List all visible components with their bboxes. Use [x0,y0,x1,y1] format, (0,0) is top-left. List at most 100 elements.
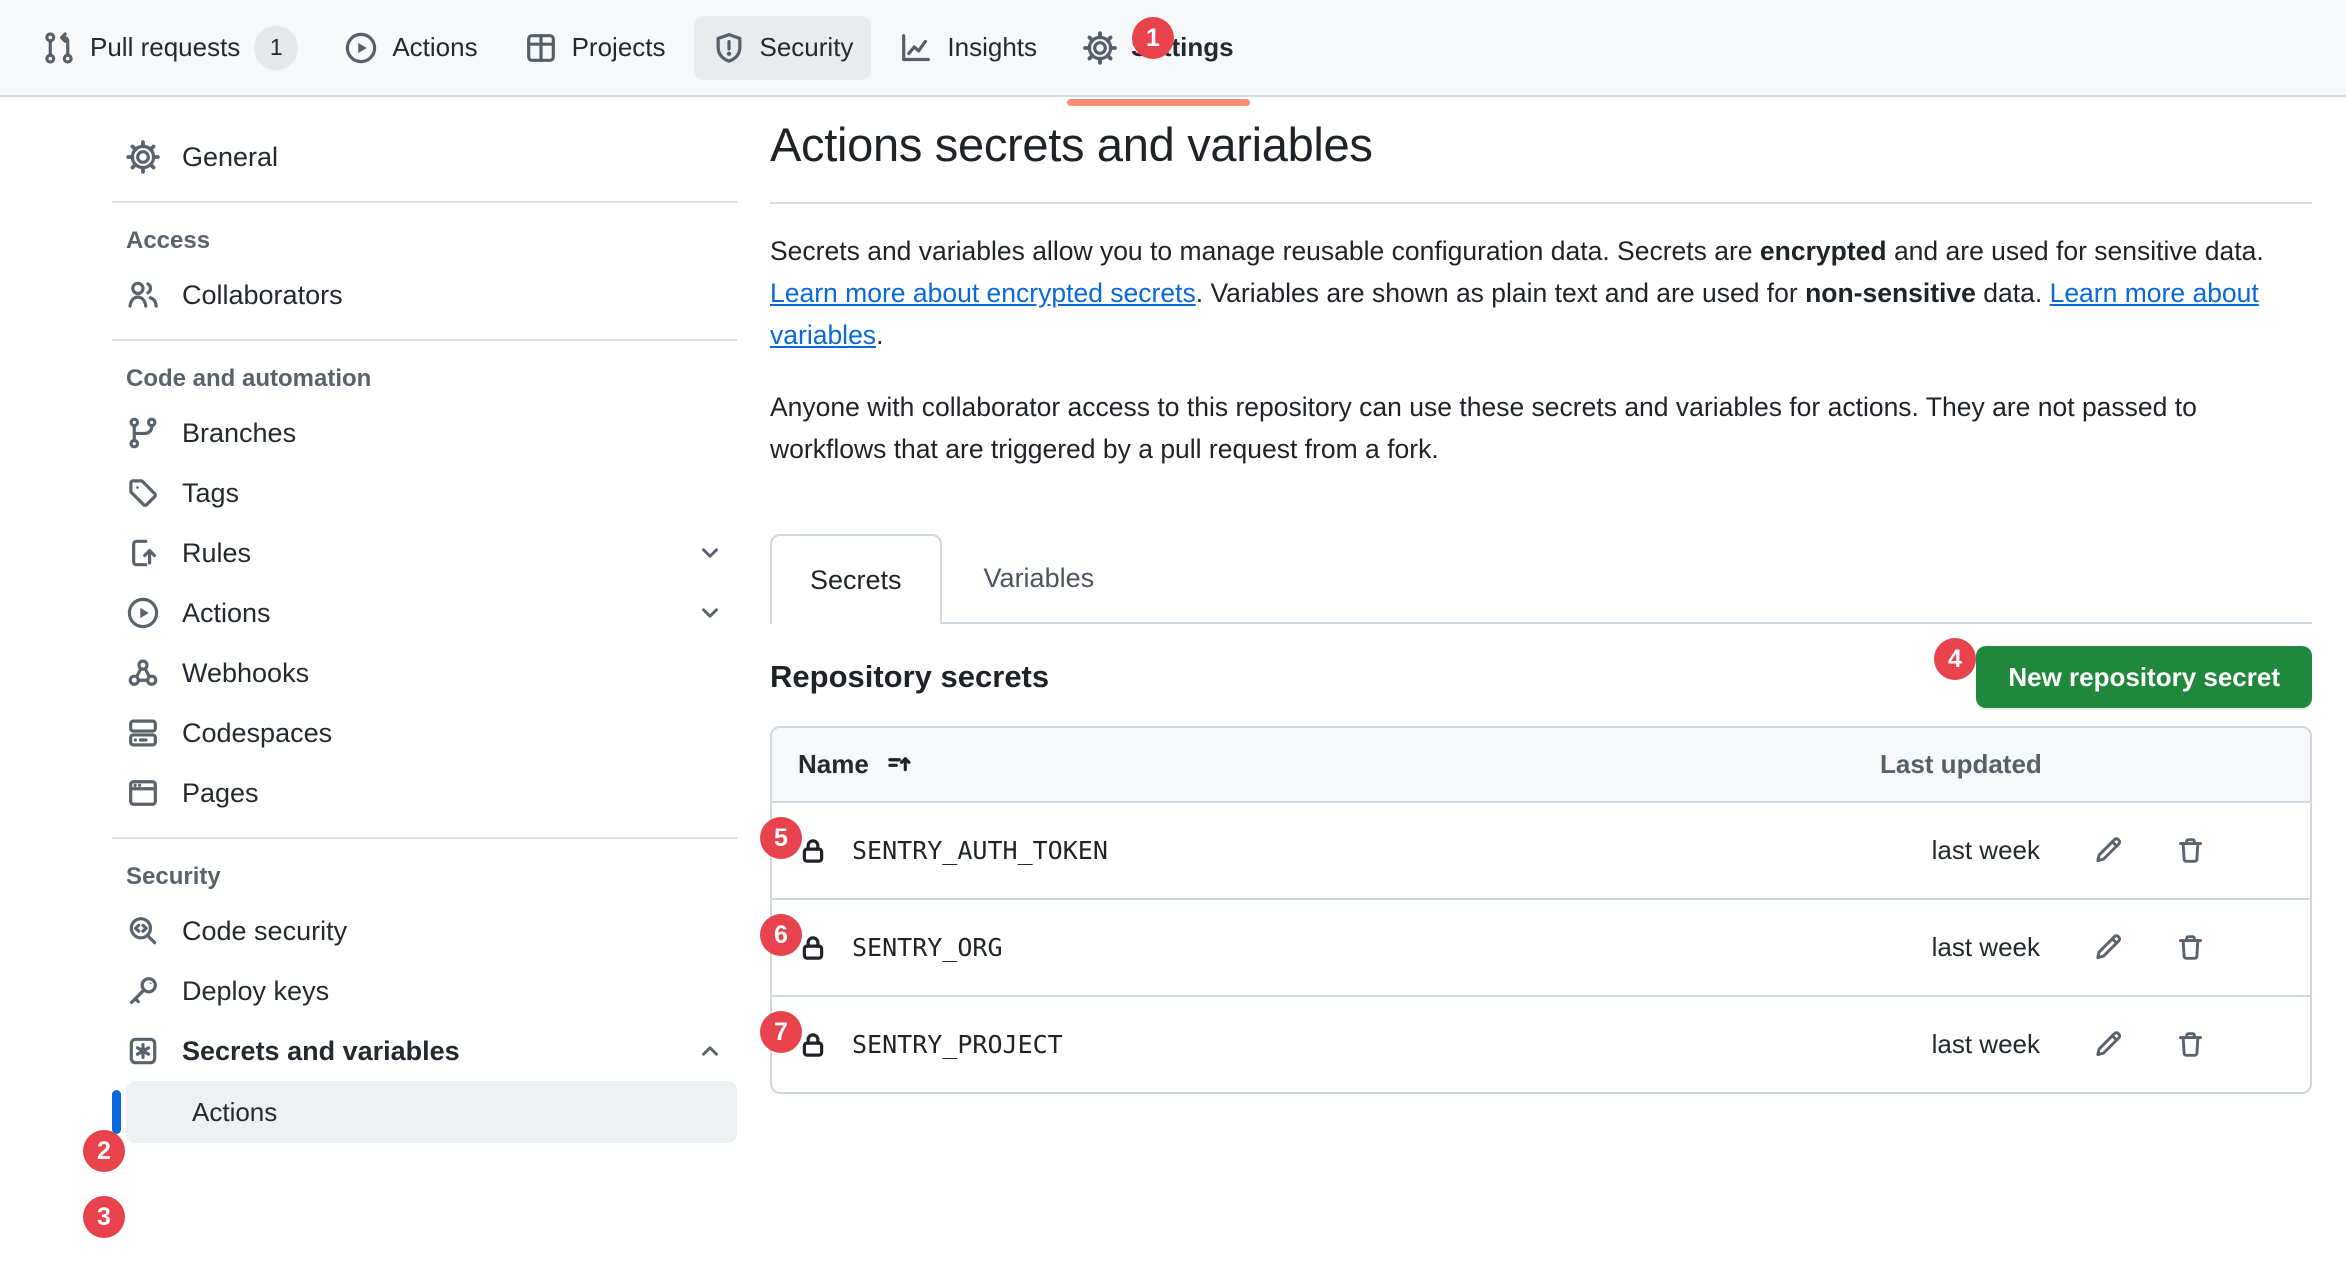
intro-bold-non-sensitive: non-sensitive [1805,278,1976,308]
last-updated-value: last week [1880,835,2040,866]
sidebar-item-label: Pages [182,778,259,809]
sidebar-item-secrets-and-variables[interactable]: Secrets and variables [112,1021,737,1081]
sidebar-item-label: Collaborators [182,280,343,311]
sidebar-item-codespaces[interactable]: Codespaces [112,703,737,763]
link-learn-more-encrypted-secrets[interactable]: Learn more about encrypted secrets [770,278,1196,308]
people-icon [126,278,160,312]
sidebar-item-label: General [182,142,278,173]
play-icon [344,31,378,65]
pencil-icon [2092,835,2123,866]
graph-icon [899,31,933,65]
intro-paragraph: Secrets and variables allow you to manag… [770,230,2290,356]
sidebar-item-pages[interactable]: Pages [112,763,737,823]
play-icon [126,596,160,630]
pull-requests-count-badge: 1 [254,26,298,70]
sidebar-item-branches[interactable]: Branches [112,403,737,463]
sidebar-subitem-actions[interactable]: Actions [126,1081,737,1143]
git-branch-icon [126,416,160,450]
sidebar-item-tags[interactable]: Tags [112,463,737,523]
sidebar-item-collaborators[interactable]: Collaborators [112,265,737,325]
codespaces-icon [126,716,160,750]
browser-icon [126,776,160,810]
secret-name-cell: SENTRY_ORG [798,933,1003,963]
sidebar-item-label: Tags [182,478,239,509]
sidebar-divider [112,339,737,341]
intro-text: and are used for sensitive data. [1887,236,2264,266]
nav-tab-label: Pull requests [90,32,240,63]
trash-icon [2175,1029,2206,1060]
sidebar-section-security: Security [112,853,737,901]
nav-tab-label: Actions [392,32,477,63]
nav-tab-label: Insights [947,32,1037,63]
active-item-marker [112,1090,121,1134]
sidebar-section-code-and-automation: Code and automation [112,355,737,403]
column-header-name[interactable]: Name [798,749,913,780]
active-tab-underline [1067,99,1250,106]
tab-secrets[interactable]: Secrets [770,534,942,624]
tab-variables[interactable]: Variables [942,534,1137,622]
trash-icon [2175,932,2206,963]
sidebar-item-deploy-keys[interactable]: Deploy keys [112,961,737,1021]
nav-tab-label: Security [760,32,854,63]
page-title: Actions secrets and variables [770,105,2312,172]
sidebar-item-label: Deploy keys [182,976,329,1007]
sidebar-item-label: Actions [182,598,271,629]
codescan-icon [126,914,160,948]
nav-tab-projects[interactable]: Projects [506,16,684,80]
intro-text: data. [1976,278,2050,308]
secrets-variables-tabbar: Secrets Variables [770,534,2312,624]
secret-name-cell: SENTRY_AUTH_TOKEN [798,836,1108,866]
edit-secret-button[interactable] [2092,1029,2123,1060]
column-header-last-updated: Last updated [1880,749,2042,780]
sidebar-item-label: Webhooks [182,658,309,689]
secret-name: SENTRY_PROJECT [852,1030,1063,1059]
last-updated-value: last week [1880,932,2040,963]
title-divider [770,202,2312,204]
nav-tab-pull-requests[interactable]: Pull requests 1 [24,11,316,85]
sidebar-item-general[interactable]: General [112,127,737,187]
new-repository-secret-button[interactable]: New repository secret [1976,646,2312,708]
sidebar-item-code-security[interactable]: Code security [112,901,737,961]
key-asterisk-icon [126,1034,160,1068]
sidebar-item-label: Code security [182,916,347,947]
shield-icon [712,31,746,65]
delete-secret-button[interactable] [2175,932,2206,963]
git-pull-request-icon [42,31,76,65]
chevron-up-icon [697,1038,723,1064]
chevron-down-icon [697,540,723,566]
nav-tab-security[interactable]: Security [694,16,872,80]
sidebar-item-actions[interactable]: Actions [112,583,737,643]
sidebar-subitem-label: Actions [192,1097,277,1128]
nav-tab-insights[interactable]: Insights [881,16,1055,80]
chevron-down-icon [697,600,723,626]
intro-text: Secrets and variables allow you to manag… [770,236,1760,266]
pencil-icon [2092,1029,2123,1060]
project-icon [524,31,558,65]
edit-secret-button[interactable] [2092,835,2123,866]
settings-sidebar: General Access Collaborators Code and au… [112,97,737,1143]
tag-icon [126,476,160,510]
delete-secret-button[interactable] [2175,835,2206,866]
repository-secrets-heading: Repository secrets [770,659,1049,695]
sort-ascending-icon [885,751,913,779]
gear-icon [126,140,160,174]
edit-secret-button[interactable] [2092,932,2123,963]
delete-secret-button[interactable] [2175,1029,2206,1060]
sidebar-item-label: Secrets and variables [182,1036,460,1067]
lock-icon [798,1030,828,1060]
nav-tab-label: Projects [572,32,666,63]
nav-tab-actions[interactable]: Actions [326,16,495,80]
intro-text: . [876,320,883,350]
nav-tab-label: Settings [1131,32,1234,63]
sidebar-item-webhooks[interactable]: Webhooks [112,643,737,703]
collaborator-access-note: Anyone with collaborator access to this … [770,386,2250,470]
table-row: SENTRY_PROJECT last week [772,995,2310,1092]
sidebar-divider [112,837,737,839]
sidebar-item-rules[interactable]: Rules [112,523,737,583]
nav-tab-settings[interactable]: Settings [1065,16,1252,80]
sidebar-section-access: Access [112,217,737,265]
sidebar-item-label: Rules [182,538,251,569]
sidebar-item-label: Codespaces [182,718,332,749]
gear-icon [1083,31,1117,65]
table-row: SENTRY_ORG last week [772,898,2310,995]
